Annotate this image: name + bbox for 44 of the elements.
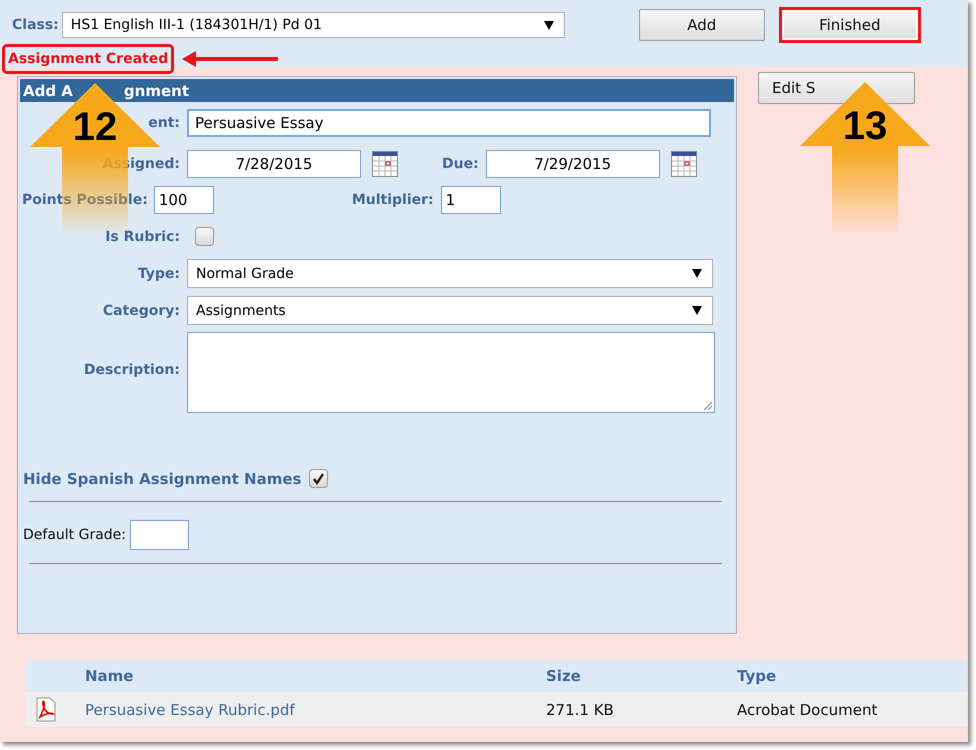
calendar-icon <box>372 151 398 177</box>
calendar-icon <box>670 151 697 177</box>
field-label: Points Possible: <box>22 192 148 208</box>
field-label: Multiplier: <box>352 192 434 208</box>
dropdown[interactable]: Assignments <box>187 296 713 325</box>
edit-button[interactable]: Edit S <box>758 72 915 104</box>
date-field[interactable]: 7/29/2015 <box>486 150 660 178</box>
checkbox[interactable] <box>309 469 328 488</box>
field-label: Class: <box>12 17 59 33</box>
finished-button[interactable]: Finished <box>778 7 921 43</box>
field-label: ent: <box>148 115 180 131</box>
assignment-name-field[interactable]: Persuasive Essay <box>187 109 711 137</box>
field-label: Due: <box>442 156 479 172</box>
field-label: Type: <box>138 266 180 282</box>
column-header: Size <box>546 667 582 685</box>
table-cell-text: 271.1 KB <box>546 700 615 718</box>
file-link[interactable]: Persuasive Essay Rubric.pdf <box>85 700 546 718</box>
field-label: Description: <box>84 362 180 378</box>
field-label: Default Grade: <box>23 527 126 543</box>
resize-grip-icon <box>702 400 713 411</box>
field-label: Is Rubric: <box>105 228 180 244</box>
pdf-file-icon <box>35 697 57 722</box>
status-message: Assignment Created <box>2 44 174 74</box>
column-header: Type <box>737 667 776 685</box>
default-grade-field[interactable] <box>130 520 190 550</box>
checkbox[interactable] <box>195 227 214 246</box>
caret-icon <box>544 20 554 30</box>
date-field[interactable]: 7/28/2015 <box>187 150 361 178</box>
caret-icon <box>692 269 702 278</box>
field-label: Hide Spanish Assignment Names <box>23 470 302 488</box>
dropdown[interactable]: Normal Grade <box>187 259 713 288</box>
column-header: Name <box>85 667 134 685</box>
description-field[interactable] <box>187 332 715 413</box>
field-label: Category: <box>102 302 180 318</box>
input-field[interactable]: 1 <box>440 186 501 214</box>
caret-icon <box>692 306 702 315</box>
table-cell: Acrobat Document <box>737 700 878 718</box>
check-icon <box>312 472 326 485</box>
panel-title: gnment <box>124 82 189 100</box>
panel-title: Add A <box>23 82 73 100</box>
input-field[interactable]: 100 <box>154 186 214 214</box>
add-button[interactable]: Add <box>638 9 765 41</box>
callout-number: 13 <box>842 104 888 149</box>
class-dropdown[interactable]: HS1 English III-1 (184301H/1) Pd 01 <box>62 12 565 38</box>
